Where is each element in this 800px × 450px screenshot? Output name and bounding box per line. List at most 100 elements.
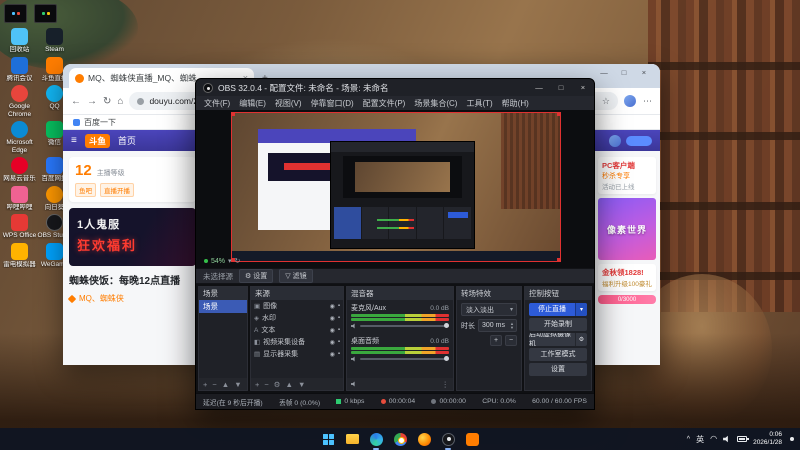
douyu-logo[interactable]: 斗鱼 [84,133,110,148]
forward-icon[interactable]: → [87,96,97,107]
desktop-icon-tencent-meeting[interactable]: 腾讯会议 [2,56,37,83]
taskbar-obs[interactable] [440,431,456,450]
slider-knob[interactable] [444,356,449,361]
mixer-menu-icon[interactable]: ⋮ [442,380,450,389]
source-down-icon[interactable]: ▼ [298,380,305,389]
wifi-icon[interactable]: ◠ [710,435,717,443]
streamer-name[interactable]: MQ、蜘蛛侠 [79,293,124,304]
vcam-settings-gear-icon[interactable]: ⚙ [575,333,587,346]
client-promo-card[interactable]: PC客户端 秒杀专享 活动已上线 [598,157,656,194]
menu-docks[interactable]: 停靠窗口(D) [311,98,354,109]
maximize-button[interactable]: □ [614,64,634,80]
menu-edit[interactable]: 编辑(E) [239,98,266,109]
profile-avatar[interactable] [624,95,636,107]
visibility-eye-icon[interactable]: ◉ [330,315,335,322]
notification-icon[interactable] [790,437,794,441]
pixel-world-banner[interactable]: 像素世界 [598,198,656,260]
hamburger-menu-icon[interactable]: ≡ [71,135,77,146]
autumn-promo-card[interactable]: 金秋领1828! 福利升级100豪礼 [598,264,656,291]
lock-icon[interactable]: ▪ [338,327,340,333]
source-row[interactable]: ◧ 视频采集设备 ◉ ▪ [251,336,343,348]
taskbar-douyu[interactable] [464,431,480,447]
reload-icon[interactable]: ↻ [103,96,111,107]
browser-menu-icon[interactable]: ⋯ [643,96,652,107]
remove-transition-button[interactable]: − [505,335,517,346]
home-icon[interactable]: ⌂ [117,96,123,107]
desktop-icon-steam[interactable]: Steam [37,28,72,54]
site-info-icon[interactable] [137,97,145,105]
start-button[interactable] [320,431,336,447]
lock-icon[interactable]: ▪ [338,351,340,357]
scene-item[interactable]: 场景 [199,300,247,313]
source-properties-button[interactable]: ⚙ 设置 [239,269,274,283]
favorite-star-icon[interactable]: ☆ [602,96,610,107]
add-scene-icon[interactable]: + [203,380,207,389]
promo-banner[interactable]: 1人鬼服 狂欢福利 [69,208,196,266]
speaker-icon[interactable] [351,356,355,362]
ime-indicator[interactable]: 英 [696,434,704,445]
source-row[interactable]: ▣ 图像 ◉ ▪ [251,300,343,312]
lock-icon[interactable]: ▪ [338,315,340,321]
badge-live[interactable]: 直播开播 [100,183,134,197]
start-recording-button[interactable]: 开始录制 [529,318,587,331]
bookmark-item[interactable]: 百度一下 [84,117,116,128]
add-source-icon[interactable]: + [255,380,259,389]
volume-icon[interactable] [723,435,728,443]
visibility-eye-icon[interactable]: ◉ [330,303,335,310]
stop-streaming-button[interactable]: 停止直播 ▾ [529,303,587,316]
desktop-icon-wps[interactable]: WPS Office [2,214,37,240]
speaker-icon[interactable] [351,323,355,329]
desktop-icon-chrome[interactable]: Google Chrome [2,85,37,118]
menu-view[interactable]: 视图(V) [275,98,302,109]
visibility-eye-icon[interactable]: ◉ [330,339,335,346]
transition-select[interactable]: 淡入淡出 ▾ [461,303,517,316]
reset-zoom-icon[interactable]: ↻ [235,257,241,265]
studio-mode-button[interactable]: 工作室模式 [529,348,587,361]
start-virtual-camera-button[interactable]: 启动虚拟摄像机 ⚙ [529,333,587,346]
close-button[interactable]: × [572,79,594,96]
taskbar-firefox[interactable] [416,431,432,447]
menu-file[interactable]: 文件(F) [204,98,230,109]
desktop-icon-recycle-bin[interactable]: 回收站 [2,28,37,54]
desktop-icon-netease-music[interactable]: 网易云音乐 [2,157,37,183]
user-avatar[interactable] [609,134,621,147]
source-row[interactable]: A 文本 ◉ ▪ [251,324,343,336]
minimize-button[interactable]: — [594,64,614,80]
spinner-arrows[interactable]: ▲ ▼ [510,321,514,330]
pinned-tile[interactable] [34,4,57,23]
taskbar-file-explorer[interactable] [344,431,360,447]
remove-source-icon[interactable]: − [264,380,268,389]
lock-icon[interactable]: ▪ [338,303,340,309]
menu-scene-collection[interactable]: 场景集合(C) [414,98,457,109]
speaker-icon[interactable] [351,381,355,387]
desktop-icon-edge[interactable]: Microsoft Edge [2,121,37,154]
slider-knob[interactable] [444,323,449,328]
volume-slider[interactable] [360,323,449,328]
lock-icon[interactable]: ▪ [338,339,340,345]
header-action-pill[interactable] [626,135,652,146]
add-transition-button[interactable]: + [490,335,502,346]
nav-home-link[interactable]: 首页 [118,134,136,147]
settings-button[interactable]: 设置 [529,363,587,376]
battery-icon[interactable] [737,436,749,442]
maximize-button[interactable]: □ [550,79,572,96]
zoom-caret-icon[interactable]: ▾ [228,257,232,265]
source-row[interactable]: ▤ 显示器采集 ◉ ▪ [251,348,343,360]
taskbar-chrome[interactable] [392,431,408,447]
taskbar-clock[interactable]: 0:06 2026/1/28 [753,431,782,447]
source-row[interactable]: ◈ 水印 ◉ ▪ [251,312,343,324]
obs-title-bar[interactable]: OBS 32.0.4 - 配置文件: 未命名 - 场景: 未命名 — □ × [196,79,594,96]
stream-options-caret-icon[interactable]: ▾ [575,303,587,316]
menu-help[interactable]: 帮助(H) [502,98,529,109]
tray-overflow-icon[interactable]: ^ [687,436,690,443]
minimize-button[interactable]: — [528,79,550,96]
source-properties-icon[interactable]: ⚙ [274,380,281,389]
visibility-eye-icon[interactable]: ◉ [330,351,335,358]
menu-profile[interactable]: 配置文件(P) [363,98,406,109]
source-up-icon[interactable]: ▲ [286,380,293,389]
taskbar-edge[interactable] [368,431,384,450]
pinned-tile[interactable] [4,4,27,23]
volume-slider[interactable] [360,356,449,361]
selection-handle[interactable] [231,112,235,116]
source-filters-button[interactable]: ▽ 滤镜 [279,269,313,283]
